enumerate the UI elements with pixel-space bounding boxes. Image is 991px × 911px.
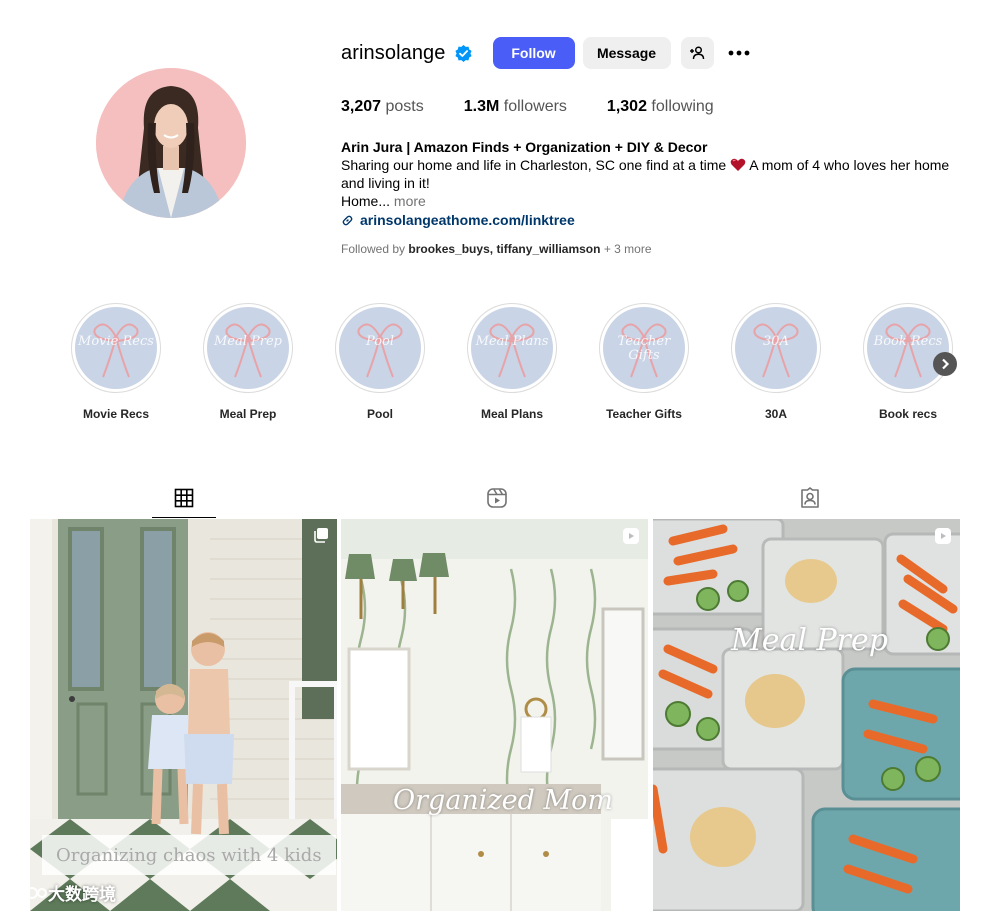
heart-emoji-icon [730, 158, 746, 172]
bio-name: Arin Jura | Amazon Finds + Organization … [341, 139, 708, 155]
add-user-icon [690, 46, 705, 60]
highlight-cover-text: Meal Prep [213, 334, 283, 349]
watermark-text: 大数跨境 [48, 885, 116, 904]
profile-stats: 3,207 posts 1.3M followers 1,302 followi… [341, 98, 754, 116]
watermark-logo-icon [9, 885, 47, 899]
bio-line-1: Sharing our home and life in Charleston,… [341, 156, 971, 174]
followers-stat[interactable]: 1.3M followers [464, 98, 567, 116]
reel-icon [935, 528, 951, 544]
highlight-cover: Meal Prep [203, 303, 293, 393]
post-overlay-title: Organized Mom [393, 785, 614, 816]
tagged-icon [801, 487, 819, 508]
profile-header-row: arinsolange Follow Message [341, 36, 752, 70]
message-button[interactable]: Message [582, 37, 671, 69]
chevron-right-icon [942, 358, 950, 370]
highlight-pool[interactable]: Pool Pool [324, 303, 436, 421]
reel-icon [623, 528, 639, 544]
verified-badge-icon [454, 44, 473, 63]
tab-tagged[interactable] [778, 478, 842, 518]
highlight-cover: Pool [335, 303, 425, 393]
highlight-cover-text: Movie Recs [78, 334, 154, 349]
highlight-cover: 30A [731, 303, 821, 393]
highlight-label: Movie Recs [82, 407, 150, 421]
story-highlights: Movie Recs Movie Recs Meal Prep Meal Pre… [60, 303, 960, 423]
highlight-cover-text: Teacher Gifts [617, 334, 671, 363]
followers-label: followers [503, 98, 567, 115]
highlight-cover-text: 30A [763, 334, 789, 349]
highlight-label: Meal Prep [219, 407, 277, 421]
followed-by-user-2: tiffany_williamson [496, 242, 601, 256]
post-tile[interactable]: Organizing chaos with 4 kids [30, 519, 337, 911]
following-count: 1,302 [606, 98, 647, 115]
follow-button[interactable]: Follow [492, 37, 575, 69]
bio-more-link[interactable]: more [394, 193, 426, 209]
bio-website-link[interactable]: arinsolangeathome.com/linktree [341, 211, 971, 229]
highlight-movie-recs[interactable]: Movie Recs Movie Recs [60, 303, 172, 421]
highlight-label: Teacher Gifts [606, 407, 682, 421]
bio-line-2: and living in it! [341, 175, 430, 191]
highlight-cover: Meal Plans [467, 303, 557, 393]
highlight-cover: Movie Recs [71, 303, 161, 393]
post-tile[interactable]: Meal Prep [653, 519, 960, 911]
following-stat[interactable]: 1,302 following [607, 98, 714, 116]
grid-icon [174, 488, 194, 507]
bio-line-3: Home... more [341, 192, 971, 210]
highlight-30a[interactable]: 30A 30A [720, 303, 832, 421]
suggested-users-button[interactable] [680, 37, 714, 69]
highlight-meal-prep[interactable]: Meal Prep Meal Prep [192, 303, 304, 421]
highlight-label: Meal Plans [480, 407, 544, 421]
highlight-cover: Teacher Gifts [599, 303, 689, 393]
bio-website-text: arinsolangeathome.com/linktree [360, 212, 575, 228]
carousel-icon [314, 528, 328, 543]
highlight-cover-text: Pool [365, 334, 395, 349]
highlight-cover-text: Meal Plans [475, 334, 549, 349]
link-icon [342, 215, 353, 225]
highlight-label: Pool [367, 407, 393, 421]
profile-bio: Arin Jura | Amazon Finds + Organization … [341, 138, 971, 229]
highlight-cover: Book Recs [863, 303, 953, 393]
post-tile[interactable]: Organized Mom [341, 519, 648, 911]
bio-line-3-text: Home... [341, 193, 391, 209]
profile-username: arinsolange [341, 41, 446, 64]
highlights-next-button[interactable] [933, 352, 957, 376]
posts-label: posts [385, 98, 424, 115]
highlight-label: Book recs [878, 407, 938, 421]
highlight-label: 30A [764, 407, 787, 421]
more-options-icon [728, 50, 749, 56]
profile-avatar[interactable] [96, 68, 246, 218]
posts-stat: 3,207 posts [341, 98, 424, 116]
posts-count: 3,207 [341, 98, 382, 115]
highlight-meal-plans[interactable]: Meal Plans Meal Plans [456, 303, 568, 421]
tab-reels[interactable] [465, 478, 529, 518]
highlight-cover-text: Book Recs [873, 334, 943, 349]
bio-line-1b-text: A mom of 4 who loves her home [749, 157, 950, 173]
followers-count: 1.3M [463, 98, 500, 115]
post-image [341, 519, 648, 911]
options-button[interactable] [726, 37, 752, 69]
followed-by-user-1: brookes_buys [408, 242, 490, 256]
watermark: 大数跨境 [8, 880, 116, 905]
reels-icon [487, 488, 507, 508]
post-overlay-caption: Organizing chaos with 4 kids [42, 835, 336, 875]
followed-by-more: + 3 more [603, 242, 652, 256]
tab-posts[interactable] [152, 478, 216, 518]
bio-line-1-text: Sharing our home and life in Charleston,… [341, 157, 727, 173]
followed-by-prefix: Followed by [341, 242, 406, 256]
post-image [653, 519, 960, 911]
following-label: following [651, 98, 714, 115]
post-overlay-title: Meal Prep [731, 623, 888, 658]
followed-by[interactable]: Followed by brookes_buys, tiffany_willia… [341, 242, 652, 256]
highlight-teacher-gifts[interactable]: Teacher Gifts Teacher Gifts [588, 303, 700, 421]
profile-tabs [28, 478, 963, 518]
